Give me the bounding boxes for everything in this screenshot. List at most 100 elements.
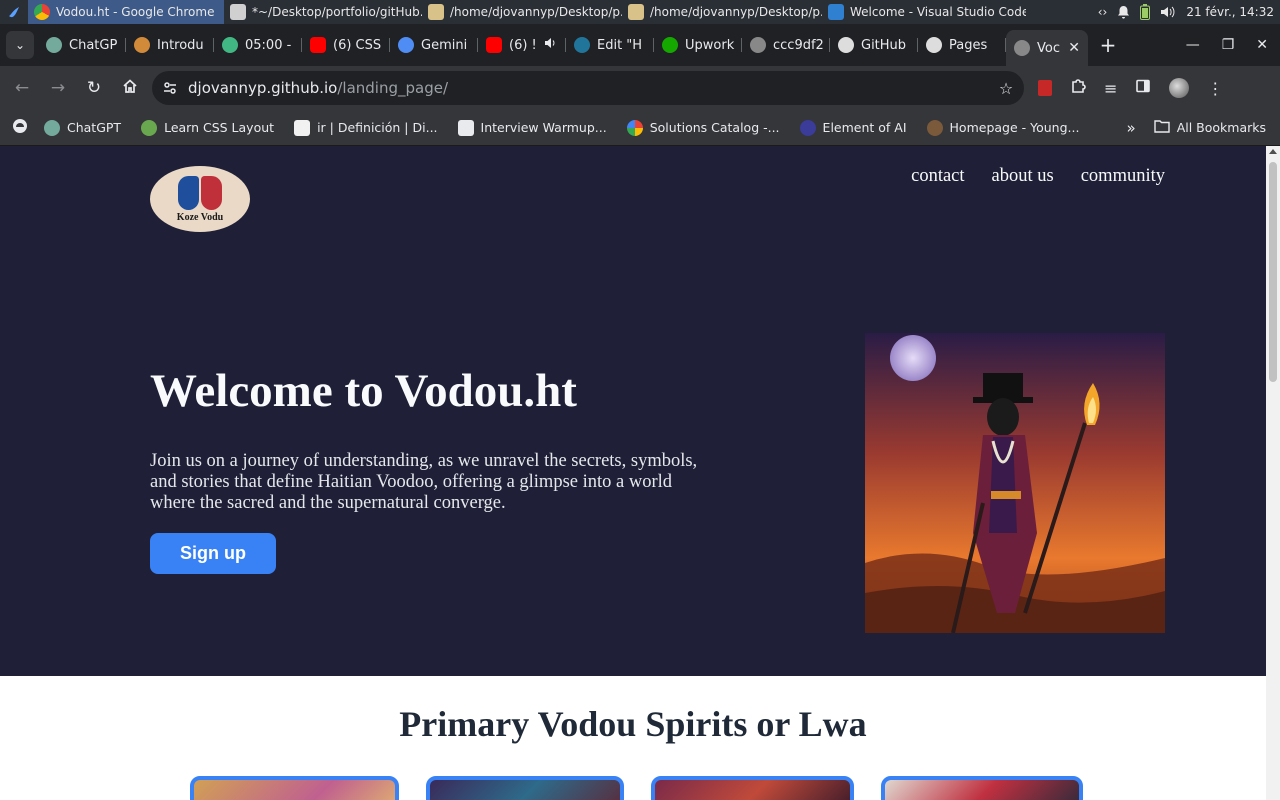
bell-icon[interactable] xyxy=(1117,5,1130,19)
dictionary-icon xyxy=(294,119,311,136)
bookmark-label: Learn CSS Layout xyxy=(164,120,275,135)
new-tab-button[interactable]: + xyxy=(1094,31,1122,59)
browser-tab-active[interactable]: Voc ✕ xyxy=(1006,30,1088,66)
taskbar-item-folder[interactable]: /home/djovannyp/Desktop/p... xyxy=(622,0,822,24)
folder-icon xyxy=(628,4,644,20)
window-controls: — ❐ ✕ xyxy=(1186,37,1280,53)
page-scrollbar[interactable] xyxy=(1266,146,1280,800)
nav-link-about-us[interactable]: about us xyxy=(992,166,1054,187)
bookmark-item[interactable]: ChatGPT xyxy=(34,119,131,136)
bookmark-label: Solutions Catalog -... xyxy=(649,120,780,135)
system-tray: ‹› 21 févr., 14:32 xyxy=(1098,4,1280,20)
site-nav: contact about us community xyxy=(911,166,1165,187)
spirit-card[interactable] xyxy=(190,776,399,800)
minimize-icon[interactable]: — xyxy=(1186,37,1200,53)
tab-search-button[interactable]: ⌄ xyxy=(6,31,34,59)
more-bookmarks-icon[interactable]: » xyxy=(1109,119,1154,137)
site-settings-icon[interactable] xyxy=(152,80,188,96)
nav-link-community[interactable]: community xyxy=(1081,166,1165,187)
taskbar-item-label: /home/djovannyp/Desktop/p... xyxy=(450,5,622,19)
battery-icon[interactable] xyxy=(1140,4,1151,20)
network-icon[interactable]: ‹› xyxy=(1098,5,1108,19)
spirit-card[interactable] xyxy=(881,776,1083,800)
browser-tab[interactable]: Pages xyxy=(918,28,1006,62)
reload-button[interactable]: ↻ xyxy=(76,70,112,106)
browser-tab[interactable]: Edit "H xyxy=(566,28,654,62)
youtube-icon xyxy=(310,37,326,53)
browser-tab[interactable]: Gemini xyxy=(390,28,478,62)
browser-tab[interactable]: ccc9df2 xyxy=(742,28,830,62)
bookmark-item[interactable]: Interview Warmup... xyxy=(448,119,617,136)
bookmark-item[interactable]: Homepage - Young... xyxy=(917,119,1090,136)
tab-label: (6) ! xyxy=(509,37,537,53)
tab-label: Gemini xyxy=(421,37,468,53)
maximize-icon[interactable]: ❐ xyxy=(1222,37,1235,53)
bookmark-item[interactable]: Learn CSS Layout xyxy=(131,119,284,136)
site-logo[interactable]: Koze Vodu xyxy=(150,166,250,232)
browser-tab[interactable]: GitHub xyxy=(830,28,918,62)
browser-tab[interactable]: ChatGP xyxy=(38,28,126,62)
taskbar-item-folder[interactable]: /home/djovannyp/Desktop/p... xyxy=(422,0,622,24)
app-menu-icon[interactable] xyxy=(0,0,28,24)
taskbar-item-text-editor[interactable]: *~/Desktop/portfolio/gitHub... xyxy=(224,0,422,24)
tab-label: ccc9df2 xyxy=(773,37,824,53)
folder-icon xyxy=(1153,119,1170,136)
browser-toolbar: ← → ↻ djovannyp.github.io/landing_page/ … xyxy=(0,66,1280,110)
bookmark-label: Homepage - Young... xyxy=(949,120,1080,135)
sign-up-button[interactable]: Sign up xyxy=(150,533,276,574)
spirit-card[interactable] xyxy=(426,776,624,800)
globe-icon xyxy=(750,37,766,53)
forward-button[interactable]: → xyxy=(40,70,76,106)
spirit-card[interactable] xyxy=(651,776,854,800)
os-taskbar: Vodou.ht - Google Chrome *~/Desktop/port… xyxy=(0,0,1280,24)
apps-icon[interactable] xyxy=(0,118,34,137)
arrow-left-icon: ← xyxy=(14,78,30,98)
page-viewport: Koze Vodu contact about us community Wel… xyxy=(0,146,1266,800)
close-window-icon[interactable]: ✕ xyxy=(1256,37,1268,53)
spirit-cards xyxy=(0,776,1266,800)
text-editor-icon xyxy=(230,4,246,20)
browser-tab[interactable]: 05:00 - xyxy=(214,28,302,62)
all-bookmarks-button[interactable]: All Bookmarks xyxy=(1153,119,1280,136)
tab-label: Edit "H xyxy=(597,37,643,53)
browser-tab[interactable]: (6) CSS xyxy=(302,28,390,62)
chatgpt-icon xyxy=(44,119,60,136)
address-bar[interactable]: djovannyp.github.io/landing_page/ ☆ xyxy=(152,71,1024,105)
nav-link-contact[interactable]: contact xyxy=(911,166,964,187)
close-tab-icon[interactable]: ✕ xyxy=(1068,40,1080,56)
speaker-icon[interactable] xyxy=(544,37,557,53)
taskbar-item-label: *~/Desktop/portfolio/gitHub... xyxy=(252,5,422,19)
loading-icon xyxy=(1014,40,1030,56)
browser-tab[interactable]: Upwork xyxy=(654,28,742,62)
bookmark-star-icon[interactable]: ☆ xyxy=(988,79,1024,98)
back-button[interactable]: ← xyxy=(4,70,40,106)
upwork-icon xyxy=(662,37,678,53)
google-icon xyxy=(626,119,643,136)
clock[interactable]: 21 févr., 14:32 xyxy=(1186,5,1274,19)
taskbar-item-chrome[interactable]: Vodou.ht - Google Chrome xyxy=(28,0,224,24)
extension-icon[interactable] xyxy=(1038,80,1052,96)
logo-mask-icon xyxy=(178,175,222,212)
tab-label: 05:00 - xyxy=(245,37,292,53)
browser-tab[interactable]: (6) ! xyxy=(478,28,566,62)
scrollbar-thumb[interactable] xyxy=(1269,162,1277,382)
browser-tab[interactable]: Introdu xyxy=(126,28,214,62)
media-controls-icon[interactable]: ≡ xyxy=(1104,79,1117,98)
bookmark-item[interactable]: ir | Definición | Di... xyxy=(284,119,447,136)
taskbar-item-label: Vodou.ht - Google Chrome xyxy=(56,5,215,19)
tab-label: Voc xyxy=(1037,40,1060,56)
extensions-puzzle-icon[interactable] xyxy=(1070,78,1086,98)
tab-label: (6) CSS xyxy=(333,37,382,53)
side-panel-icon[interactable] xyxy=(1135,78,1151,98)
logo-text: Koze Vodu xyxy=(176,211,224,223)
home-button[interactable] xyxy=(112,70,148,106)
taskbar-item-vscode[interactable]: Welcome - Visual Studio Code xyxy=(822,0,1026,24)
hero-title: Welcome to Vodou.ht xyxy=(150,365,577,417)
bookmark-label: ChatGPT xyxy=(67,120,122,135)
more-options-icon[interactable]: ⋮ xyxy=(1207,79,1223,98)
bookmark-item[interactable]: Element of AI xyxy=(790,119,917,136)
volume-icon[interactable] xyxy=(1160,5,1176,19)
bookmark-item[interactable]: Solutions Catalog -... xyxy=(617,119,790,136)
profile-avatar[interactable] xyxy=(1169,78,1190,98)
scroll-up-icon[interactable] xyxy=(1269,149,1277,154)
